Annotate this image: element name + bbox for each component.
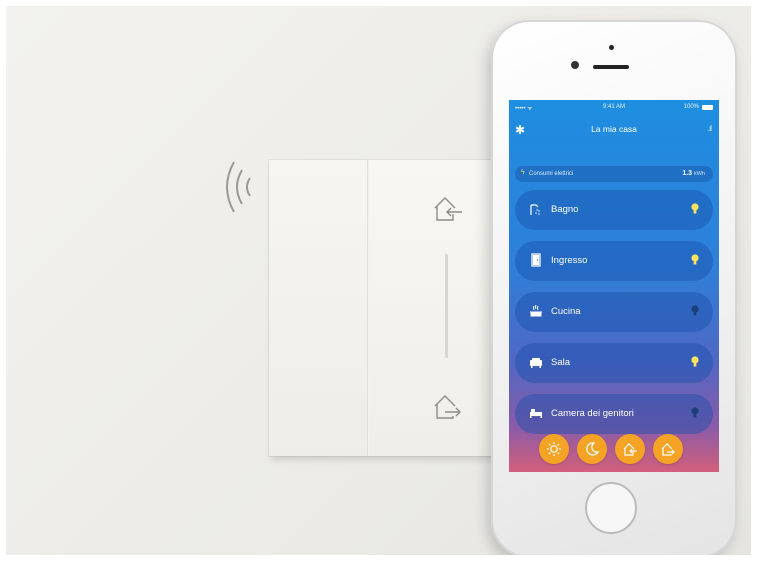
earpiece-speaker (593, 65, 629, 69)
lightning-icon: ϟ (521, 169, 525, 176)
smartphone: ••••• ᯤ 9:41 AM 100% ✱ La mia casa .ıl ϟ… (491, 20, 737, 555)
home-arrive-icon (434, 197, 462, 221)
room-label: Cucina (551, 306, 581, 317)
page-title: La mia casa (591, 124, 637, 134)
front-camera (571, 61, 579, 69)
sun-mode-button[interactable] (539, 434, 569, 464)
home-leave-icon (434, 395, 461, 419)
door-icon (531, 253, 541, 267)
energy-label: Consumi elettrici (529, 170, 574, 177)
lightbulb-icon[interactable] (691, 305, 699, 317)
room-bagno[interactable]: Bagno (515, 190, 713, 230)
home-arrive-icon (623, 443, 637, 456)
night-mode-button[interactable] (577, 434, 607, 464)
room-camera-dei-genitori[interactable]: Camera dei genitori (515, 394, 713, 434)
bar-chart-icon[interactable]: .ıl (708, 124, 712, 133)
moon-icon (586, 442, 600, 456)
room-sala[interactable]: Sala (515, 343, 713, 383)
lightbulb-icon[interactable] (691, 407, 699, 419)
proximity-sensor (609, 45, 614, 50)
room-ingresso[interactable]: Ingresso (515, 241, 713, 281)
status-bar: ••••• ᯤ 9:41 AM 100% (515, 104, 713, 114)
energy-value: 1.3 kWh (682, 169, 705, 177)
room-label: Camera dei genitori (551, 408, 634, 419)
lightbulb-icon[interactable] (691, 203, 699, 215)
sun-icon (547, 442, 561, 456)
switch-slot (445, 254, 448, 358)
arrive-home-button[interactable] (615, 434, 645, 464)
room-cucina[interactable]: Cucina (515, 292, 713, 332)
wall-switch (269, 160, 505, 456)
switch-seam (367, 160, 369, 456)
shower-icon (530, 204, 540, 215)
app-screen: ••••• ᯤ 9:41 AM 100% ✱ La mia casa .ıl ϟ… (509, 100, 719, 472)
energy-summary[interactable]: ϟ Consumi elettrici 1.3 kWh (515, 166, 713, 182)
leave-home-button[interactable] (653, 434, 683, 464)
scene-mode-bar (509, 434, 719, 468)
sofa-icon (530, 358, 542, 368)
room-label: Bagno (551, 204, 579, 215)
home-leave-icon (661, 443, 675, 456)
bed-icon (530, 409, 542, 418)
lightbulb-icon[interactable] (691, 356, 699, 368)
lightbulb-icon[interactable] (691, 254, 699, 266)
home-button[interactable] (585, 482, 637, 534)
app-header: ✱ La mia casa .ıl (509, 120, 719, 138)
battery-percent: 100% (683, 104, 699, 110)
room-label: Ingresso (551, 255, 588, 266)
battery-icon (702, 105, 713, 110)
room-label: Sala (551, 357, 571, 368)
pot-icon (530, 304, 542, 317)
wireless-signal-icon (226, 161, 251, 213)
product-photo: ••••• ᯤ 9:41 AM 100% ✱ La mia casa .ıl ϟ… (6, 6, 751, 555)
